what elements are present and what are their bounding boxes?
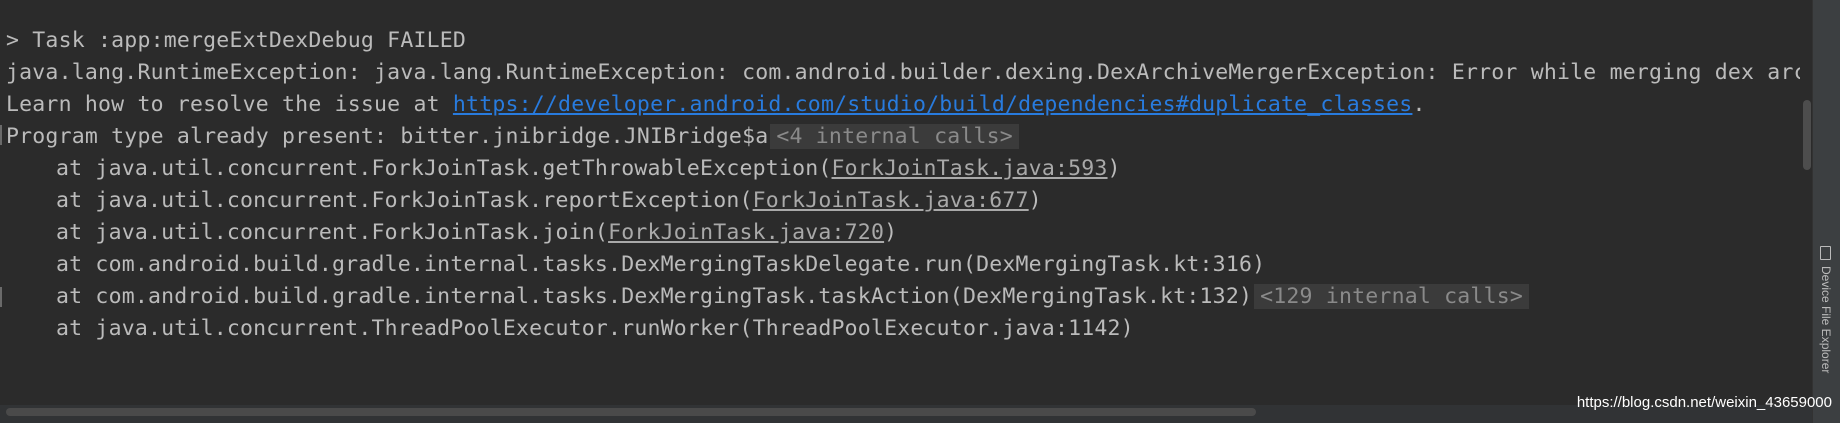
frame-text: at java.util.concurrent.ForkJoinTask.joi… — [56, 220, 609, 245]
duplicate-classes-link[interactable]: https://developer.android.com/studio/bui… — [453, 92, 1413, 117]
source-link[interactable]: ForkJoinTask.java:677 — [753, 188, 1029, 213]
device-file-explorer-tab[interactable]: Device File Explorer — [1814, 244, 1838, 394]
frame-text: at com.android.build.gradle.internal.tas… — [56, 284, 1253, 309]
gutter-marker — [0, 287, 2, 307]
resolve-hint-text: Learn how to resolve the issue at — [6, 92, 453, 117]
source-link[interactable]: ForkJoinTask.java:720 — [608, 220, 884, 245]
frame-close: ) — [884, 220, 898, 245]
gutter-marker — [0, 125, 2, 145]
vertical-scrollbar[interactable] — [1800, 0, 1812, 405]
source-link[interactable]: ForkJoinTask.java:593 — [832, 156, 1108, 181]
watermark: https://blog.csdn.net/weixin_43659000 — [1576, 394, 1832, 411]
horizontal-scrollbar-thumb[interactable] — [6, 408, 1256, 416]
internal-calls-fold[interactable]: <129 internal calls> — [1254, 284, 1530, 309]
run-console[interactable]: > Task :app:mergeExtDexDebug FAILED java… — [0, 0, 1800, 405]
internal-calls-fold[interactable]: <4 internal calls> — [770, 124, 1019, 149]
device-icon — [1820, 246, 1831, 260]
vertical-scrollbar-thumb[interactable] — [1803, 100, 1811, 170]
frame-text: at java.util.concurrent.ForkJoinTask.rep… — [56, 188, 753, 213]
program-type-text: Program type already present: bitter.jni… — [6, 124, 769, 149]
frame-close: ) — [1107, 156, 1121, 181]
stack-frame: at java.util.concurrent.ThreadPoolExecut… — [56, 316, 1134, 341]
frame-text: at java.util.concurrent.ForkJoinTask.get… — [56, 156, 832, 181]
device-file-explorer-label: Device File Explorer — [1819, 266, 1833, 374]
frame-close: ) — [1028, 188, 1042, 213]
resolve-hint-period: . — [1412, 92, 1426, 117]
